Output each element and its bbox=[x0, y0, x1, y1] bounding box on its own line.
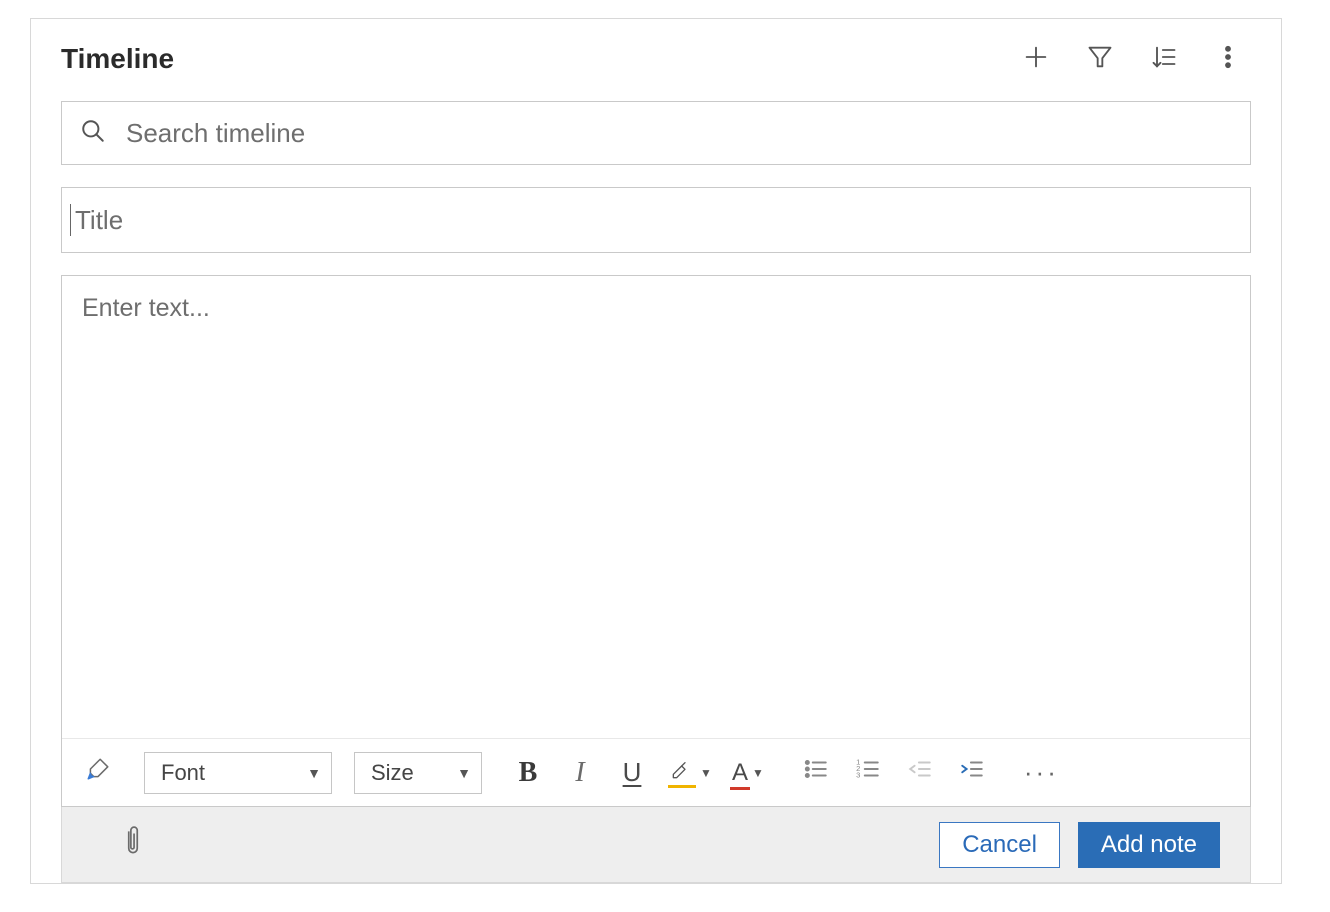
font-family-label: Font bbox=[161, 760, 205, 786]
caret-down-icon: ▼ bbox=[307, 765, 321, 781]
horizontal-ellipsis-icon: ··· bbox=[1024, 757, 1059, 788]
note-editor: Enter text... Font ▼ Size bbox=[61, 275, 1251, 807]
vertical-ellipsis-icon bbox=[1214, 43, 1242, 76]
search-timeline-field[interactable] bbox=[61, 101, 1251, 165]
outdent-icon bbox=[907, 756, 933, 789]
font-color-icon: A bbox=[732, 759, 748, 787]
highlight-color-button[interactable]: ▼ bbox=[662, 753, 718, 793]
underline-icon: U bbox=[623, 757, 642, 788]
timeline-header-actions bbox=[1019, 42, 1245, 76]
note-footer: Cancel Add note bbox=[61, 807, 1251, 883]
format-painter-button[interactable] bbox=[76, 753, 120, 793]
search-input[interactable] bbox=[124, 117, 1232, 150]
attach-file-button[interactable] bbox=[120, 825, 146, 864]
timeline-header: Timeline bbox=[61, 39, 1251, 87]
font-size-selector[interactable]: Size ▼ bbox=[354, 752, 482, 794]
bullet-list-button[interactable] bbox=[794, 753, 838, 793]
caret-down-icon: ▼ bbox=[700, 766, 712, 780]
italic-button[interactable]: I bbox=[558, 753, 602, 793]
note-title-field[interactable] bbox=[61, 187, 1251, 253]
rich-text-toolbar: Font ▼ Size ▼ B I U bbox=[62, 738, 1250, 806]
paperclip-icon bbox=[120, 825, 146, 864]
font-size-label: Size bbox=[371, 760, 414, 786]
text-cursor bbox=[70, 204, 71, 236]
font-family-selector[interactable]: Font ▼ bbox=[144, 752, 332, 794]
footer-left bbox=[120, 825, 146, 864]
add-note-button[interactable]: Add note bbox=[1078, 822, 1220, 868]
more-commands-button[interactable] bbox=[1211, 42, 1245, 76]
footer-right: Cancel Add note bbox=[939, 822, 1220, 868]
highlighter-icon bbox=[668, 760, 696, 786]
paintbrush-icon bbox=[85, 756, 111, 789]
page-frame: Timeline bbox=[0, 0, 1330, 912]
indent-button[interactable] bbox=[950, 753, 994, 793]
add-record-button[interactable] bbox=[1019, 42, 1053, 76]
timeline-panel: Timeline bbox=[30, 18, 1282, 884]
svg-text:3: 3 bbox=[856, 771, 860, 780]
sort-icon bbox=[1150, 43, 1178, 76]
indent-icon bbox=[959, 756, 985, 789]
bullet-list-icon bbox=[803, 756, 829, 789]
font-color-button[interactable]: A ▼ bbox=[726, 753, 770, 793]
sort-button[interactable] bbox=[1147, 42, 1181, 76]
numbered-list-button[interactable]: 123 bbox=[846, 753, 890, 793]
plus-icon bbox=[1022, 43, 1050, 76]
timeline-title: Timeline bbox=[61, 43, 174, 75]
outdent-button[interactable] bbox=[898, 753, 942, 793]
caret-down-icon: ▼ bbox=[457, 765, 471, 781]
underline-button[interactable]: U bbox=[610, 753, 654, 793]
italic-icon: I bbox=[575, 757, 584, 789]
search-icon bbox=[80, 118, 124, 149]
note-title-input[interactable] bbox=[73, 204, 1242, 237]
cancel-button[interactable]: Cancel bbox=[939, 822, 1060, 868]
numbered-list-icon: 123 bbox=[855, 756, 881, 789]
funnel-icon bbox=[1086, 43, 1114, 76]
bold-button[interactable]: B bbox=[506, 753, 550, 793]
note-body-input[interactable]: Enter text... bbox=[62, 276, 1250, 738]
more-formatting-button[interactable]: ··· bbox=[1018, 753, 1065, 793]
filter-button[interactable] bbox=[1083, 42, 1117, 76]
bold-icon: B bbox=[519, 757, 538, 789]
caret-down-icon: ▼ bbox=[752, 766, 764, 780]
